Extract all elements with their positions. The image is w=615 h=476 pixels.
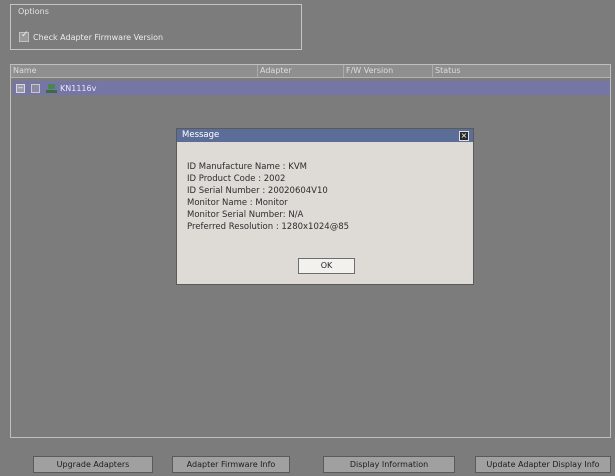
check-firmware-row[interactable]: ✓ Check Adapter Firmware Version xyxy=(19,30,163,42)
upgrade-adapters-button[interactable]: Upgrade Adapters xyxy=(33,456,153,473)
column-header-name[interactable]: Name xyxy=(11,66,257,76)
dialog-title: Message xyxy=(182,130,220,140)
message-line-serial-number: ID Serial Number : 20020604V10 xyxy=(187,186,328,196)
collapse-icon[interactable]: − xyxy=(16,83,25,93)
row-checkbox[interactable] xyxy=(31,83,40,93)
check-firmware-label[interactable]: Check Adapter Firmware Version xyxy=(33,33,163,42)
tree-row-label: KN1116v xyxy=(60,83,97,93)
column-header-fw-version[interactable]: F/W Version xyxy=(344,66,432,76)
message-line-monitor-name: Monitor Name : Monitor xyxy=(187,198,288,208)
close-icon[interactable]: × xyxy=(459,131,469,141)
column-header-status[interactable]: Status xyxy=(433,66,610,76)
options-legend: Options xyxy=(18,7,49,16)
update-adapter-display-info-button[interactable]: Update Adapter Display Info xyxy=(475,456,611,473)
dialog-message-body: ID Manufacture Name : KVM ID Product Cod… xyxy=(187,161,349,233)
kvm-device-icon xyxy=(46,83,57,93)
ok-button[interactable]: OK xyxy=(298,258,355,274)
message-line-preferred-resolution: Preferred Resolution : 1280x1024@85 xyxy=(187,222,350,232)
message-line-monitor-serial: Monitor Serial Number: N/A xyxy=(187,210,304,220)
message-dialog: Message × ID Manufacture Name : KVM ID P… xyxy=(176,128,474,285)
message-line-product-code: ID Product Code : 2002 xyxy=(187,174,286,184)
adapter-firmware-info-button[interactable]: Adapter Firmware Info xyxy=(172,456,290,473)
list-header: Name Adapter F/W Version Status xyxy=(11,65,610,78)
checkmark-icon: ✓ xyxy=(21,30,29,40)
check-firmware-checkbox[interactable]: ✓ xyxy=(19,30,29,42)
tree-row-kn1116v[interactable]: − KN1116v xyxy=(13,81,610,95)
display-information-button[interactable]: Display Information xyxy=(323,456,455,473)
dialog-titlebar[interactable]: Message × xyxy=(177,129,473,142)
column-header-adapter[interactable]: Adapter xyxy=(258,66,343,76)
options-group: Options ✓ Check Adapter Firmware Version xyxy=(10,4,302,50)
message-line-manufacture-name: ID Manufacture Name : KVM xyxy=(187,162,307,172)
